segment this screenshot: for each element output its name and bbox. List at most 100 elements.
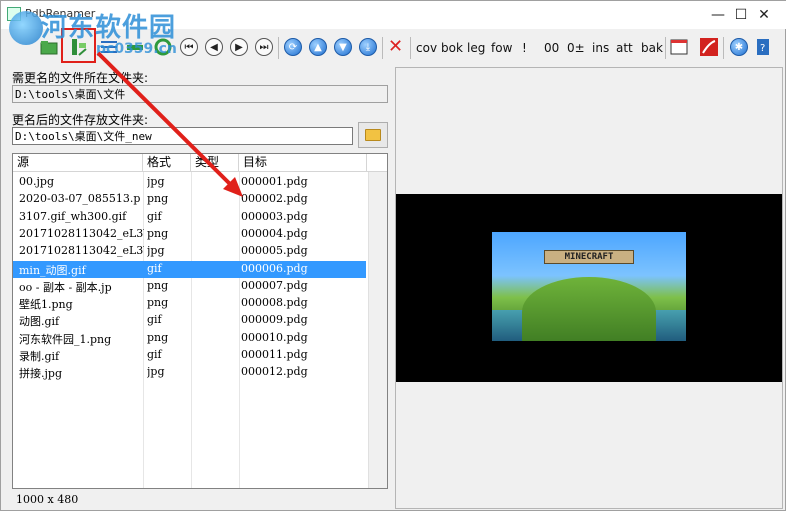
cell-target: 000005.pdg [241,244,308,258]
reload-icon[interactable]: ⟳ [283,37,303,57]
cell-format: gif [147,209,162,223]
watermark: 河东软件园 [9,3,199,45]
zero-plusminus-button[interactable]: 0± [567,41,585,55]
zero-zero-button[interactable]: 00 [544,41,559,55]
help-icon[interactable]: ? [753,37,773,57]
table-row[interactable]: 20171028113042_eL3V jpg 000005.pdg [13,243,366,260]
settings-icon[interactable]: ✱ [729,37,749,57]
source-folder-label: 需更名的文件所在文件夹: [12,71,149,85]
table-row[interactable]: min_动图.gif gif 000006.pdg [13,260,366,278]
window-icon[interactable] [669,37,689,57]
table-row[interactable]: oo - 副本 - 副本.jp png 000007.pdg [13,278,366,295]
move-down-icon[interactable]: ▼ [333,37,353,57]
bak-button[interactable]: bak [641,41,663,55]
table-row[interactable]: 00.jpg jpg 000001.pdg [13,174,366,191]
watermark-text: 河东软件园 [41,13,177,43]
col-header-target[interactable]: 目标 [239,154,367,172]
bok-button[interactable]: bok [441,41,463,55]
cell-source: oo - 副本 - 副本.jp [19,280,112,294]
watermark-url: pc0359.cn [96,41,177,57]
cell-source: 录制.gif [19,350,60,363]
cell-target: 000001.pdg [241,175,308,188]
svg-text:?: ? [760,43,765,54]
source-folder-field: D:\tools\桌面\文件 [12,85,388,103]
toolbar-separator [278,37,279,59]
close-button[interactable]: ✕ [741,1,786,29]
app-window: PdbRenamer — ☐ ✕ ⏮ ◀ ▶ ⏭ ⟳ ▲ ▼ ⤓ ✕ cov b… [0,0,786,511]
next-icon[interactable]: ▶ [229,37,249,57]
image-size-status: 1000 x 480 [16,493,79,506]
table-row[interactable]: 3107.gif_wh300.gif gif 000003.pdg [13,209,366,226]
ins-button[interactable]: ins [592,41,609,55]
cell-format: gif [147,313,162,327]
table-row[interactable]: 壁纸1.png png 000008.pdg [13,295,366,312]
toolbar-separator [665,37,666,59]
cell-target: 000004.pdg [241,226,308,240]
cell-target: 000010.pdg [241,330,308,344]
cell-source: 拼接.jpg [19,367,62,381]
preview-canvas: MINECRAFT [396,194,782,382]
prev-icon[interactable]: ◀ [204,37,224,57]
vertical-scrollbar[interactable] [368,172,387,488]
att-button[interactable]: att [616,41,633,55]
cell-target: 000008.pdg [241,296,308,310]
cell-source: 20171028113042_eL3V [19,244,144,258]
col-header-type[interactable]: 类型 [191,154,239,172]
cell-source: 2020-03-07_085513.p [19,192,141,206]
cell-format: jpg [147,365,165,379]
cell-source: 壁纸1.png [19,298,73,312]
move-bottom-icon[interactable]: ⤓ [358,37,378,57]
cell-target: 000011.pdg [241,348,308,361]
table-row[interactable]: 20171028113042_eL3V png 000004.pdg [13,226,366,243]
preview-pane: MINECRAFT [395,67,783,509]
cell-source: 河东软件园_1.png [19,332,112,346]
table-row[interactable]: 录制.gif gif 000011.pdg [13,347,366,364]
toolbar-separator [410,37,411,59]
image-logo: MINECRAFT [544,250,634,264]
cell-source: 3107.gif_wh300.gif [19,209,127,223]
file-table: 源 格式 类型 目标 00.jpg jpg 000001.pdg 2020-03-07… [12,153,388,489]
cell-format: png [147,226,169,240]
cell-target: 000002.pdg [241,192,308,206]
fow-button[interactable]: fow [491,41,512,55]
table-row[interactable]: 2020-03-07_085513.p png 000002.pdg [13,191,366,208]
toolbar-separator [723,37,724,59]
signal-icon[interactable] [699,37,719,57]
table-row[interactable]: 河东软件园_1.png png 000010.pdg [13,330,366,347]
folder-icon [365,129,381,141]
cell-format: png [147,296,169,310]
cell-target: 000007.pdg [241,278,308,292]
table-header: 源 格式 类型 目标 [13,154,387,172]
table-row[interactable]: 拼接.jpg jpg 000012.pdg [13,364,366,381]
watermark-logo-icon [9,11,43,45]
cell-target: 000012.pdg [241,365,308,379]
dest-folder-label: 更名后的文件存放文件夹: [12,113,149,127]
cell-format: jpg [147,244,165,258]
cell-format: gif [147,261,162,275]
cell-format: jpg [147,175,165,188]
delete-icon[interactable]: ✕ [388,38,403,56]
cell-format: png [147,278,169,292]
cell-format: png [147,330,169,344]
preview-image: MINECRAFT [492,232,686,341]
cell-format: png [147,192,169,206]
last-icon[interactable]: ⏭ [254,37,274,57]
cell-source: 动图.gif [19,315,60,329]
leg-button[interactable]: leg [467,41,485,55]
image-island [522,277,656,341]
table-row[interactable]: 动图.gif gif 000009.pdg [13,312,366,329]
cov-button[interactable]: cov [416,41,437,55]
cell-target: 000003.pdg [241,209,308,223]
toolbar-separator [382,37,383,59]
exclaim-button[interactable]: ! [522,41,527,55]
dest-folder-input[interactable]: D:\tools\桌面\文件_new [12,127,353,145]
cell-target: 000006.pdg [241,261,308,275]
cell-target: 000009.pdg [241,313,308,327]
cell-format: gif [147,348,162,361]
browse-folder-button[interactable] [358,122,388,148]
col-header-format[interactable]: 格式 [143,154,191,172]
col-header-source[interactable]: 源 [13,154,143,172]
move-up-icon[interactable]: ▲ [308,37,328,57]
cell-source: min_动图.gif [19,263,86,277]
cell-source: 20171028113042_eL3V [19,226,144,240]
